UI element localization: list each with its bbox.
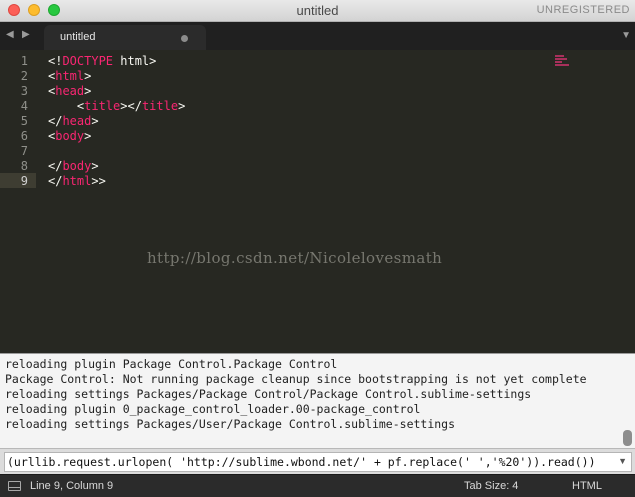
- code-token: >: [178, 99, 186, 113]
- tab-menu-icon[interactable]: ▼: [621, 30, 631, 41]
- code-token: </: [48, 114, 63, 128]
- code-token: >: [91, 159, 99, 173]
- line-number: 1: [20, 54, 28, 68]
- unsaved-dot-icon[interactable]: [181, 35, 188, 42]
- panel-toggle-icon[interactable]: [8, 481, 21, 491]
- code-line: <body>: [48, 129, 91, 144]
- tab-nav-right-icon[interactable]: ▶: [22, 29, 30, 40]
- code-line: </head>: [48, 114, 99, 129]
- console-line: reloading plugin Package Control.Package…: [5, 357, 338, 371]
- code-token: html: [55, 69, 85, 83]
- console-panel: reloading plugin Package Control.Package…: [0, 353, 635, 448]
- console-line: Package Control: Not running package cle…: [5, 372, 587, 386]
- status-bar: Line 9, Column 9 Tab Size: 4 HTML: [0, 474, 635, 497]
- code-line: <html>: [48, 69, 91, 84]
- line-number: 9: [20, 174, 28, 188]
- code-token: </: [48, 159, 63, 173]
- console-line: reloading plugin 0_package_control_loade…: [5, 402, 421, 416]
- line-number: 3: [20, 84, 28, 98]
- console-input[interactable]: (urllib.request.urlopen( 'http://sublime…: [4, 452, 632, 472]
- code-line: <!DOCTYPE html>: [48, 54, 156, 69]
- title-bar: untitled UNREGISTERED: [0, 0, 635, 22]
- tab-nav-left-icon[interactable]: ◀: [6, 29, 14, 40]
- code-token: title: [84, 99, 121, 113]
- console-scrollbar[interactable]: [623, 358, 632, 446]
- code-token: >: [84, 84, 92, 98]
- line-number: 8: [20, 159, 28, 173]
- code-token: head: [55, 84, 85, 98]
- minimap[interactable]: [555, 55, 571, 69]
- cursor-position: Line 9, Column 9: [30, 480, 114, 492]
- code-editor[interactable]: 123456789 <!DOCTYPE html> <html> <head> <t…: [0, 50, 635, 353]
- code-token: >: [84, 129, 92, 143]
- line-number: 5: [20, 114, 28, 128]
- line-gutter: 123456789: [0, 50, 36, 353]
- tab-bar: ◀ ▶ untitled ▼: [0, 22, 635, 50]
- code-token: body: [55, 129, 85, 143]
- code-line: <title></title>: [48, 99, 185, 114]
- license-status: UNREGISTERED: [536, 4, 630, 16]
- code-line: </html>>: [48, 174, 106, 189]
- code-token: ></: [120, 99, 142, 113]
- tab-size-selector[interactable]: Tab Size: 4: [464, 480, 518, 492]
- code-token: head: [62, 114, 92, 128]
- syntax-selector[interactable]: HTML: [572, 480, 602, 492]
- console-line: reloading settings Packages/Package Cont…: [5, 387, 532, 401]
- line-number: 6: [20, 129, 28, 143]
- tab-untitled[interactable]: untitled: [44, 25, 206, 50]
- console-input-panel: (urllib.request.urlopen( 'http://sublime…: [0, 448, 635, 474]
- code-line: <head>: [48, 84, 91, 99]
- input-history-dropdown-icon[interactable]: ▼: [618, 456, 627, 466]
- code-token: html: [62, 174, 92, 188]
- code-token: <: [48, 99, 85, 113]
- console-line: reloading settings Packages/User/Package…: [5, 417, 456, 431]
- console-scroll-thumb[interactable]: [623, 430, 632, 446]
- code-token: body: [62, 159, 92, 173]
- console-input-value: (urllib.request.urlopen( 'http://sublime…: [7, 455, 596, 469]
- code-token: >: [91, 114, 99, 128]
- code-token: </: [48, 174, 63, 188]
- code-token: <!: [48, 54, 63, 68]
- line-number: 2: [20, 69, 28, 83]
- tab-label: untitled: [60, 31, 96, 43]
- code-token: >>: [91, 174, 106, 188]
- line-number: 4: [20, 99, 28, 113]
- watermark-text: http://blog.csdn.net/Nicolelovesmath: [147, 249, 443, 267]
- code-token: html>: [113, 54, 157, 68]
- code-token: DOCTYPE: [62, 54, 114, 68]
- code-token: title: [141, 99, 179, 113]
- code-token: >: [84, 69, 92, 83]
- line-number: 7: [20, 144, 28, 158]
- code-line: </body>: [48, 159, 99, 174]
